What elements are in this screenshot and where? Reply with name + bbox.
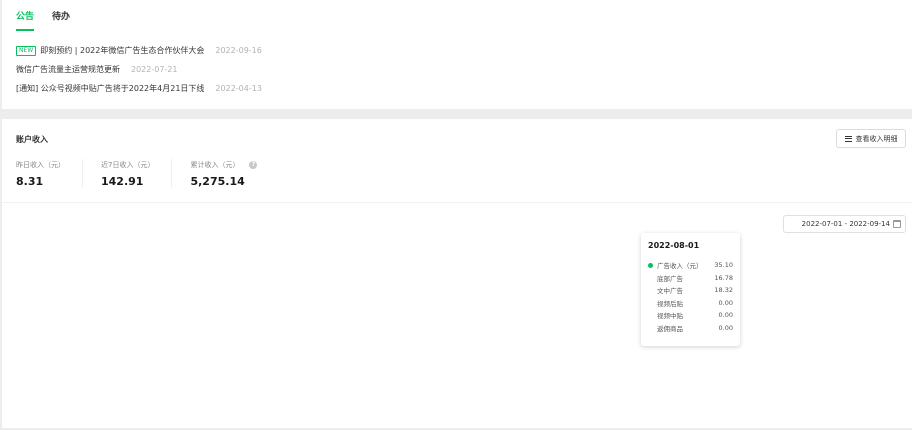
chart-tooltip: 2022-08-01 广告收入（元） 35.10 底部广告 16.78 文中广告… [641,233,740,346]
date-range-text: 2022-07-01 - 2022-09-14 [801,220,890,228]
tooltip-value: 18.32 [714,286,733,295]
view-income-detail-label: 查看收入明细 [855,134,898,143]
notice-item[interactable]: 微信广告流量主运营规范更新 2022-07-21 [16,63,262,76]
tooltip-label: 视频中贴 [657,312,683,321]
tooltip-row: 文中广告 18.32 [648,284,733,297]
notice-date: 2022-04-13 [215,84,262,93]
stat-label: 昨日收入（元） [16,160,65,169]
list-icon [844,135,852,142]
notice-item[interactable]: NEW 即刻预约 | 2022年微信广告生态合作伙伴大会 2022-09-16 [16,44,262,57]
help-icon[interactable]: ? [249,160,258,169]
series-dot [648,262,653,268]
tooltip-row: 广告收入（元） 35.10 [648,259,733,272]
new-badge: NEW [16,45,37,56]
stat-label: 近7日收入（元） [101,160,155,169]
tooltip-date: 2022-08-01 [648,241,700,250]
tooltip-value: 0.00 [718,323,733,332]
tab-announcements[interactable]: 公告 [16,9,35,31]
notice-title[interactable]: [通知] 公众号视频中贴广告将于2022年4月21日下线 [16,83,204,94]
notice-list: NEW 即刻预约 | 2022年微信广告生态合作伙伴大会 2022-09-16 … [16,44,262,101]
stat-value: 5,275.14 [190,175,245,188]
notice-item[interactable]: [通知] 公众号视频中贴广告将于2022年4月21日下线 2022-04-13 [16,82,262,95]
stat-label-text: 累计收入（元） [190,160,240,169]
tab-todo[interactable]: 待办 [52,9,70,31]
income-title: 账户收入 [16,135,48,144]
stat-value: 142.91 [101,175,144,188]
tooltip-label: 视频后贴 [657,299,683,308]
tooltip-row: 底部广告 16.78 [648,272,733,285]
tooltip-label: 广告收入（元） [657,262,703,271]
stat-label: 累计收入（元） ? [190,159,258,170]
announcement-card: 公告 待办 NEW 即刻预约 | 2022年微信广告生态合作伙伴大会 2022-… [2,0,912,109]
tooltip-value: 0.00 [718,311,733,320]
tooltip-value: 16.78 [714,273,733,282]
tab-bar: 公告 待办 [16,9,88,33]
tooltip-row: 视频后贴 0.00 [648,297,733,310]
tooltip-label: 返佣商品 [657,324,683,333]
tooltip-label: 底部广告 [657,274,683,283]
notice-date: 2022-09-16 [215,46,262,55]
view-income-detail-button[interactable]: 查看收入明细 [836,129,906,148]
notice-title[interactable]: 即刻预约 | 2022年微信广告生态合作伙伴大会 [40,45,204,56]
tooltip-value: 0.00 [718,298,733,307]
income-card: 账户收入 查看收入明细 昨日收入（元） 8.31 近7日收入（元） 142.91… [2,119,912,428]
tooltip-row: 视频中贴 0.00 [648,309,733,322]
income-stats: 昨日收入（元） 8.31 近7日收入（元） 142.91 累计收入（元） ? 5… [16,159,293,188]
stat-value: 8.31 [16,175,44,188]
divider [2,202,912,203]
tooltip-row: 返佣商品 0.00 [648,322,733,335]
date-range-picker[interactable]: 2022-07-01 - 2022-09-14 [783,215,906,233]
stat-last-7-days: 近7日收入（元） 142.91 [101,159,173,188]
stat-yesterday: 昨日收入（元） 8.31 [16,159,83,188]
calendar-icon [893,220,901,228]
notice-date: 2022-07-21 [131,65,178,74]
tooltip-value: 35.10 [714,261,733,270]
notice-title[interactable]: 微信广告流量主运营规范更新 [16,64,120,75]
stat-cumulative: 累计收入（元） ? 5,275.14 [190,159,275,188]
tooltip-label: 文中广告 [657,287,683,296]
